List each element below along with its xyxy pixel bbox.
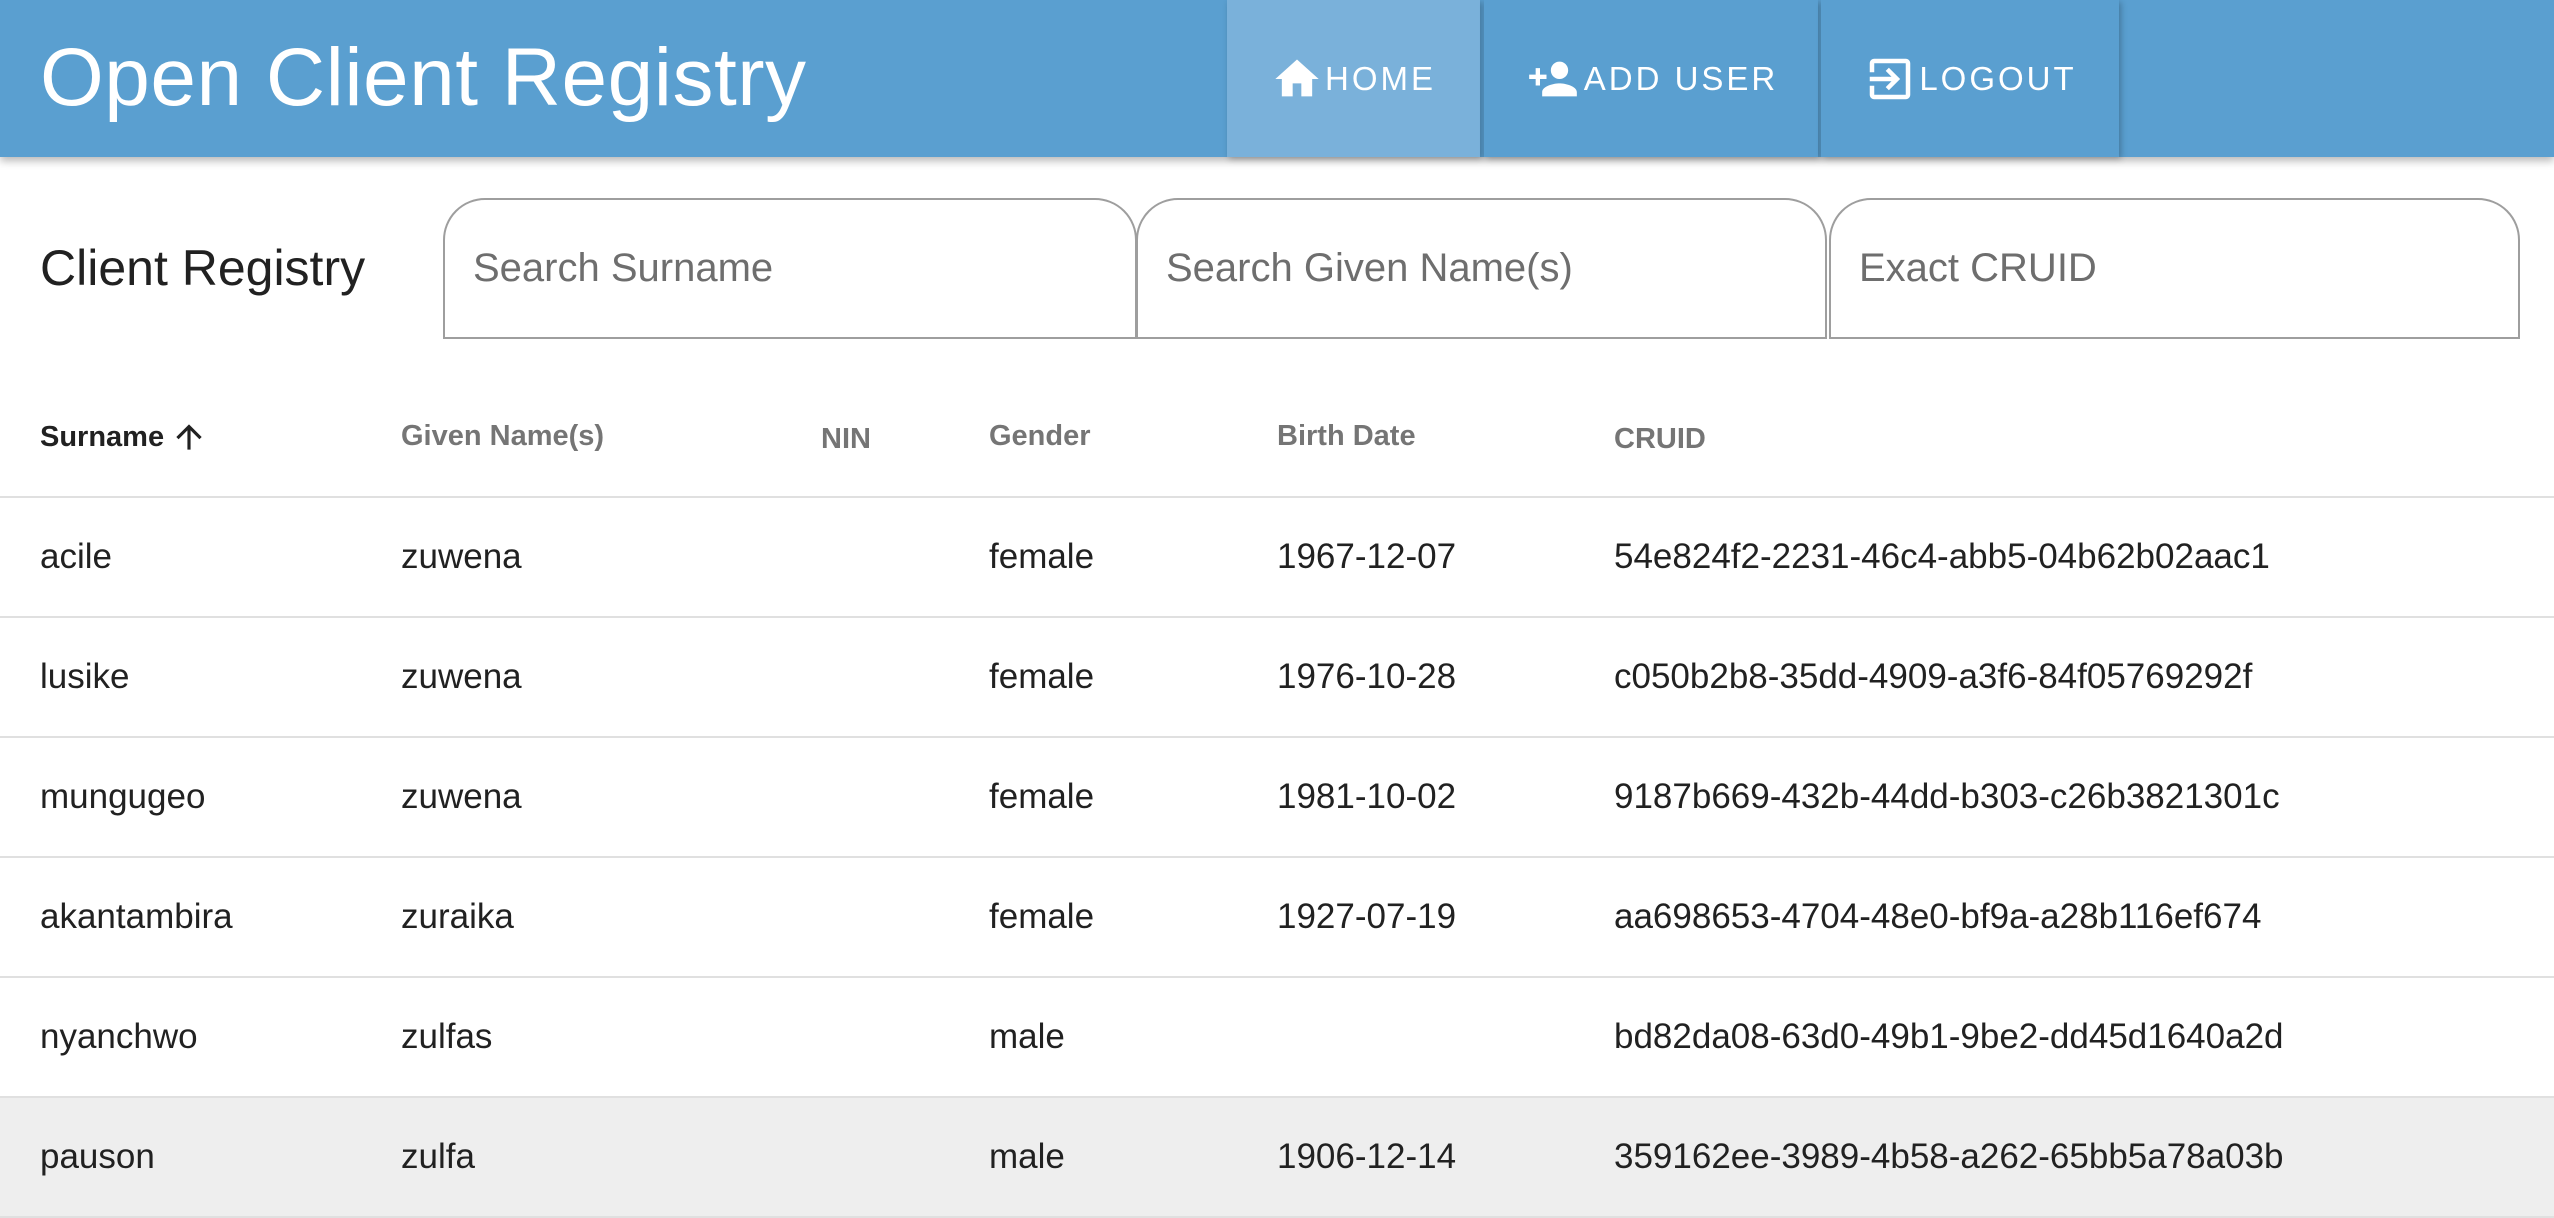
cell-gender: female — [989, 657, 1095, 696]
cell-gender: female — [989, 897, 1095, 936]
table-row[interactable]: pauson zulfa male 1906-12-14 359162ee-39… — [0, 1098, 2554, 1218]
cell-cruid: 359162ee-3989-4b58-a262-65bb5a78a03b — [1614, 1137, 2284, 1176]
cell-birth-date: 1927-07-19 — [1277, 897, 1457, 936]
search-surname-input[interactable] — [473, 200, 1107, 337]
cell-given-names: zuraika — [401, 897, 514, 936]
page-title: Client Registry — [40, 240, 366, 296]
add-user-button[interactable]: ADD USER — [1484, 0, 1818, 157]
search-cruid-input[interactable] — [1859, 200, 2490, 337]
cell-surname: nyanchwo — [40, 1017, 198, 1056]
logout-button[interactable]: LOGOUT — [1821, 0, 2119, 157]
cell-birth-date: 1967-12-07 — [1277, 537, 1457, 576]
logout-icon — [1870, 58, 1911, 99]
header-birth-date[interactable]: Birth Date — [1277, 418, 1416, 454]
header-surname[interactable]: Surname — [40, 418, 208, 456]
cell-surname: pauson — [40, 1137, 155, 1176]
cell-given-names: zuwena — [401, 537, 522, 576]
cell-surname: akantambira — [40, 897, 233, 936]
cell-surname: mungugeo — [40, 777, 206, 816]
search-surname-field[interactable] — [443, 198, 1137, 339]
table-row[interactable]: mungugeo zuwena female 1981-10-02 9187b6… — [0, 738, 2554, 858]
cell-cruid: c050b2b8-35dd-4909-a3f6-84f05769292f — [1614, 657, 2253, 696]
cell-cruid: 54e824f2-2231-46c4-abb5-04b62b02aac1 — [1614, 537, 2270, 576]
add-user-icon — [1528, 61, 1577, 96]
search-given-name-input[interactable] — [1166, 200, 1797, 337]
header-cruid[interactable]: CRUID — [1614, 421, 1706, 457]
header-nin[interactable]: NIN — [821, 421, 871, 457]
table-row[interactable]: lusike zuwena female 1976-10-28 c050b2b8… — [0, 618, 2554, 738]
cell-cruid: aa698653-4704-48e0-bf9a-a28b116ef674 — [1614, 897, 2262, 936]
home-button[interactable]: HOME — [1227, 0, 1480, 157]
cell-given-names: zulfa — [401, 1137, 475, 1176]
cell-surname: lusike — [40, 657, 130, 696]
app-title: Open Client Registry — [40, 32, 807, 123]
cell-birth-date: 1981-10-02 — [1277, 777, 1457, 816]
cell-given-names: zuwena — [401, 777, 522, 816]
cell-cruid: bd82da08-63d0-49b1-9be2-dd45d1640a2d — [1614, 1017, 2284, 1056]
cell-gender: male — [989, 1017, 1065, 1056]
cell-surname: acile — [40, 537, 112, 576]
header-given-names[interactable]: Given Name(s) — [401, 418, 604, 454]
search-cruid-field[interactable] — [1829, 198, 2520, 339]
table-row[interactable]: nyanchwo zulfas male bd82da08-63d0-49b1-… — [0, 978, 2554, 1098]
client-table: Surname Given Name(s) NIN Gender Birth D… — [0, 372, 2554, 1218]
home-button-label: HOME — [1325, 59, 1436, 97]
cell-gender: female — [989, 537, 1095, 576]
cell-given-names: zulfas — [401, 1017, 493, 1056]
cell-cruid: 9187b669-432b-44dd-b303-c26b3821301c — [1614, 777, 2280, 816]
table-row[interactable]: acile zuwena female 1967-12-07 54e824f2-… — [0, 498, 2554, 618]
logout-button-label: LOGOUT — [1919, 59, 2077, 97]
cell-birth-date: 1906-12-14 — [1277, 1137, 1457, 1176]
cell-gender: male — [989, 1137, 1065, 1176]
table-header: Surname Given Name(s) NIN Gender Birth D… — [0, 372, 2554, 498]
add-user-button-label: ADD USER — [1583, 59, 1779, 97]
cell-birth-date: 1976-10-28 — [1277, 657, 1457, 696]
cell-gender: female — [989, 777, 1095, 816]
cell-given-names: zuwena — [401, 657, 522, 696]
app-bar: Open Client Registry HOME ADD USER LOGOU… — [0, 0, 2554, 157]
table-row[interactable]: akantambira zuraika female 1927-07-19 aa… — [0, 858, 2554, 978]
header-gender[interactable]: Gender — [989, 418, 1091, 454]
search-given-name-field[interactable] — [1136, 198, 1827, 339]
header-surname-label: Surname — [40, 421, 165, 453]
sort-ascending-icon — [176, 424, 202, 450]
home-icon — [1275, 59, 1319, 96]
